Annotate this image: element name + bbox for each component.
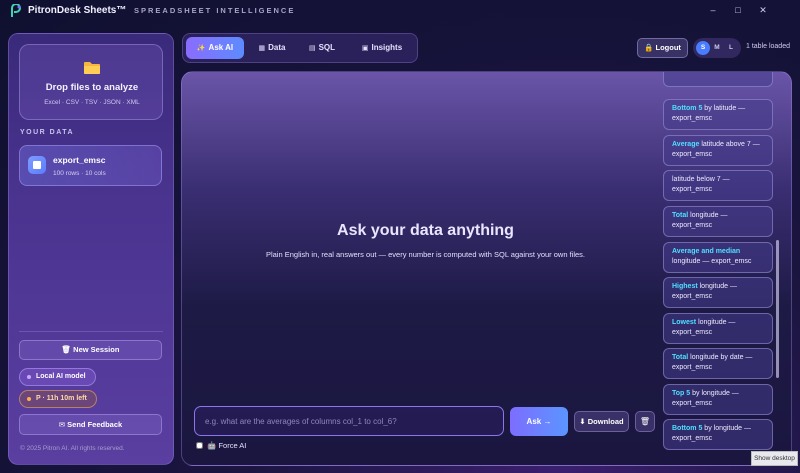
tables-loaded-status: 1 table loaded xyxy=(746,43,790,50)
status-dot-icon xyxy=(27,397,31,401)
app-logo-icon xyxy=(11,4,22,17)
suggestion-item[interactable]: Highest longitude — export_emsc xyxy=(663,277,773,308)
size-option-m[interactable]: M xyxy=(710,41,724,55)
mail-icon: ✉ xyxy=(58,420,68,429)
force-ai-checkbox[interactable] xyxy=(196,442,203,449)
hero-title: Ask your data anything xyxy=(337,222,514,239)
app-title: PitronDesk Sheets™ xyxy=(28,5,127,16)
size-option-l[interactable]: L xyxy=(724,41,738,55)
suggestion-item[interactable]: Average latitude above 7 — export_emsc xyxy=(663,135,773,166)
download-button[interactable]: ⬇ Download xyxy=(574,411,629,432)
query-input[interactable] xyxy=(194,406,504,436)
file-dropzone[interactable]: Drop files to analyze Excel · CSV · TSV … xyxy=(19,44,163,120)
tab-label: Ask AI xyxy=(208,43,234,52)
suggestion-item[interactable]: latitude below 7 — export_emsc xyxy=(663,170,773,201)
suggestion-item[interactable]: Total longitude by date — export_emsc xyxy=(663,348,773,379)
new-session-label: New Session xyxy=(73,345,120,354)
minimize-button[interactable]: – xyxy=(705,3,721,17)
sidebar-divider xyxy=(19,331,163,332)
dropzone-title: Drop files to analyze xyxy=(45,82,139,93)
size-selector: S M L xyxy=(693,38,741,58)
copyright: © 2025 Pitron AI. All rights reserved. xyxy=(20,445,125,452)
close-button[interactable]: ✕ xyxy=(755,3,771,17)
trash-icon: 🗑 xyxy=(61,345,74,354)
table-name: export_emsc xyxy=(53,155,106,165)
tab-data[interactable]: ▦ Data xyxy=(249,37,295,59)
ask-ai-panel: Ask your data anything Plain English in,… xyxy=(181,71,792,466)
local-ai-label: Local AI model xyxy=(36,373,86,380)
app-tagline: SPREADSHEET INTELLIGENCE xyxy=(134,6,296,15)
suggestion-keyword: Highest xyxy=(672,283,698,290)
suggestion-keyword: Top 5 xyxy=(672,390,691,397)
dropzone-formats: Excel · CSV · TSV · JSON · XML xyxy=(44,99,140,106)
maximize-button[interactable]: □ xyxy=(730,3,746,17)
suggestion-keyword: Lowest xyxy=(672,319,697,326)
suggestion-item[interactable]: Bottom 5 by latitude — export_emsc xyxy=(663,99,773,130)
folder-icon xyxy=(84,62,100,74)
logout-button[interactable]: 🔒 Logout xyxy=(637,38,688,58)
download-icon: ⬇ xyxy=(579,417,586,426)
suggestion-keyword: Bottom 5 xyxy=(672,105,703,112)
sparkle-icon: ✨ xyxy=(196,45,206,52)
hero-subtitle: Plain English in, real answers out — eve… xyxy=(265,250,586,259)
sidebar: Drop files to analyze Excel · CSV · TSV … xyxy=(8,33,174,465)
tab-ask-ai[interactable]: ✨ Ask AI xyxy=(186,37,244,59)
code-icon: ▤ xyxy=(308,45,316,52)
time-left-label: P · 11h 10m left xyxy=(36,395,87,402)
table-icon xyxy=(28,156,46,174)
tab-sql[interactable]: ▤ SQL xyxy=(300,37,344,59)
show-desktop-tooltip: Show desktop xyxy=(751,451,798,466)
suggestion-item[interactable]: Top 5 by longitude — export_emsc xyxy=(663,384,773,415)
tab-label: Data xyxy=(268,43,286,52)
table-icon: ▦ xyxy=(258,45,266,52)
force-ai-label: Force AI xyxy=(218,441,247,450)
suggestion-text: latitude below 7 — export_emsc xyxy=(672,176,730,193)
trash-icon: 🗑 xyxy=(639,417,651,426)
force-ai-toggle[interactable]: 🤖 Force AI xyxy=(196,441,246,450)
main-tabs: ✨ Ask AI ▦ Data ▤ SQL ▣ Insights xyxy=(182,33,418,63)
suggestion-keyword: Bottom 5 xyxy=(672,425,703,432)
size-option-s[interactable]: S xyxy=(696,41,710,55)
table-meta: 100 rows · 10 cols xyxy=(53,170,106,177)
suggestion-list: export_emsc Bottom 5 by latitude — expor… xyxy=(663,72,775,465)
time-left-badge[interactable]: P · 11h 10m left xyxy=(19,390,97,408)
robot-icon: 🤖 xyxy=(207,441,217,450)
insights-icon: ▣ xyxy=(361,45,369,52)
suggestion-item[interactable]: Average and median longitude — export_em… xyxy=(663,242,773,273)
new-session-button[interactable]: 🗑 New Session xyxy=(19,340,162,360)
send-feedback-label: Send Feedback xyxy=(67,420,123,429)
title-bar: PitronDesk Sheets™ SPREADSHEET INTELLIGE… xyxy=(0,0,800,22)
your-data-label: YOUR DATA xyxy=(20,129,75,136)
clear-button[interactable]: 🗑 xyxy=(635,411,655,432)
suggestion-keyword: Total xyxy=(672,212,689,219)
suggestion-item[interactable]: Total longitude — export_emsc xyxy=(663,206,773,237)
suggestion-item[interactable]: Bottom 5 by longitude — export_emsc xyxy=(663,419,773,450)
suggestion-text: longitude — export_emsc xyxy=(672,258,752,265)
ask-button[interactable]: Ask → xyxy=(510,407,568,436)
tab-label: Insights xyxy=(371,43,403,52)
table-card-export-emsc[interactable]: export_emsc 100 rows · 10 cols xyxy=(19,145,162,186)
suggestion-scrollbar[interactable] xyxy=(776,240,779,378)
download-label: Download xyxy=(587,417,624,426)
lock-icon: 🔒 xyxy=(644,43,654,52)
suggestion-item[interactable]: export_emsc xyxy=(663,72,773,87)
tab-label: SQL xyxy=(318,43,336,52)
logout-label: Logout xyxy=(655,43,681,52)
local-ai-model-badge[interactable]: Local AI model xyxy=(19,368,96,386)
status-dot-icon xyxy=(27,375,31,379)
suggestion-keyword: Average and median xyxy=(672,248,741,255)
suggestion-item[interactable]: Lowest longitude — export_emsc xyxy=(663,313,773,344)
tab-insights[interactable]: ▣ Insights xyxy=(351,37,413,59)
suggestion-keyword: Average xyxy=(672,141,700,148)
send-feedback-button[interactable]: ✉ Send Feedback xyxy=(19,414,162,435)
suggestion-keyword: Total xyxy=(672,354,689,361)
